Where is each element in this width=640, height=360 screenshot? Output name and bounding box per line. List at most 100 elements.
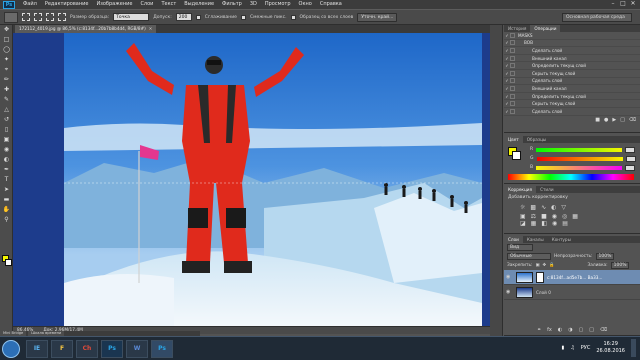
action-step-row[interactable]: ✓ Внешний канал — [504, 85, 640, 93]
blue-value[interactable] — [625, 164, 636, 171]
posterize-icon[interactable]: ▦ — [531, 220, 537, 227]
lasso-tool-icon[interactable]: ◯ — [1, 45, 12, 54]
sample-size-select[interactable]: Точка — [113, 13, 150, 21]
mountain-photo[interactable] — [64, 33, 482, 326]
dialog-toggle[interactable] — [510, 63, 515, 69]
red-value[interactable] — [625, 146, 636, 153]
dialog-toggle[interactable] — [510, 55, 515, 61]
hand-tool-icon[interactable]: ✋ — [1, 205, 12, 214]
type-tool-icon[interactable]: T — [1, 175, 12, 184]
green-value[interactable] — [625, 155, 636, 162]
action-step-row[interactable]: ✓ Определить текущ слой — [504, 93, 640, 101]
network-icon[interactable]: ▮ — [562, 345, 565, 351]
subtract-selection-icon[interactable] — [46, 13, 54, 21]
maximize-icon[interactable]: □ — [618, 0, 628, 8]
new-layer-icon[interactable]: □ — [589, 326, 594, 334]
dialog-toggle[interactable] — [510, 47, 515, 53]
trash-icon[interactable]: ⌫ — [600, 326, 607, 334]
action-step-row[interactable]: ✓ Внешний канал — [504, 55, 640, 63]
show-desktop-button[interactable] — [631, 339, 636, 357]
green-slider[interactable] — [536, 156, 623, 161]
eyedropper-tool-icon[interactable]: ✏ — [1, 75, 12, 84]
shape-tool-icon[interactable]: ▬ — [1, 195, 12, 204]
new-adjustment-icon[interactable]: ◑ — [568, 326, 572, 334]
color-balance-icon[interactable]: ⚖ — [531, 213, 536, 220]
curves-icon[interactable]: ∿ — [541, 204, 546, 211]
marquee-tool-icon[interactable]: □ — [1, 35, 12, 44]
dialog-toggle[interactable] — [510, 108, 515, 114]
intersect-selection-icon[interactable] — [58, 13, 66, 21]
taskbar-photoshop-2[interactable]: Ps — [151, 339, 173, 358]
channel-mixer-icon[interactable]: ◎ — [562, 213, 567, 220]
hue-saturation-icon[interactable]: ▣ — [520, 213, 526, 220]
dialog-toggle[interactable] — [510, 93, 515, 99]
add-mask-icon[interactable]: ◐ — [558, 326, 562, 334]
blend-mode-select[interactable]: Обычные — [507, 253, 551, 260]
clone-stamp-tool-icon[interactable]: △ — [1, 105, 12, 114]
menu-filter[interactable]: Фильтр — [218, 0, 246, 9]
taskbar-chrome[interactable]: Ch — [76, 339, 98, 358]
threshold-icon[interactable]: ◧ — [541, 220, 547, 227]
menu-type[interactable]: Текст — [157, 0, 180, 9]
dialog-toggle[interactable] — [510, 70, 515, 76]
lock-pixels-icon[interactable]: ▣ — [535, 263, 539, 268]
new-set-icon[interactable]: □ — [620, 116, 625, 125]
menu-view[interactable]: Просмотр — [261, 0, 295, 9]
menu-file[interactable]: Файл — [19, 0, 41, 9]
blur-tool-icon[interactable]: ◉ — [1, 145, 12, 154]
tab-swatches[interactable]: Образцы — [523, 136, 551, 143]
new-selection-icon[interactable] — [22, 13, 30, 21]
workspace-select[interactable]: Основная рабочая среда — [562, 13, 632, 22]
new-group-icon[interactable]: ▢ — [579, 326, 584, 334]
lock-position-icon[interactable]: ✥ — [543, 263, 547, 268]
tab-channels[interactable]: Каналы — [523, 236, 548, 243]
tool-preset-picker[interactable] — [4, 11, 18, 23]
color-ramp[interactable] — [508, 174, 634, 180]
start-button[interactable] — [2, 339, 20, 358]
contiguous-checkbox[interactable] — [240, 14, 246, 20]
taskbar-ie[interactable]: IE — [26, 339, 48, 358]
history-brush-tool-icon[interactable]: ↺ — [1, 115, 12, 124]
record-icon[interactable]: ● — [604, 116, 608, 125]
levels-icon[interactable]: ▩ — [530, 204, 536, 211]
play-icon[interactable]: ▶ — [612, 116, 616, 125]
menu-layers[interactable]: Слои — [136, 0, 157, 9]
menu-3d[interactable]: 3D — [246, 0, 261, 9]
background-color-chip[interactable] — [512, 151, 521, 160]
clock[interactable]: 16:29 26.08.2016 — [596, 341, 625, 355]
photo-filter-icon[interactable]: ◉ — [552, 213, 557, 220]
visibility-eye-icon[interactable]: ◉ — [506, 274, 513, 280]
action-step-row[interactable]: ✓ Сделать слой — [504, 78, 640, 86]
menu-image[interactable]: Изображение — [92, 0, 136, 9]
visibility-eye-icon[interactable]: ◉ — [506, 289, 513, 295]
opacity-input[interactable]: 100% — [595, 253, 614, 260]
close-icon[interactable]: ✕ — [628, 0, 638, 8]
dialog-toggle[interactable] — [510, 85, 515, 91]
canvas-area[interactable] — [13, 33, 490, 326]
layer-mask-thumbnail[interactable] — [536, 271, 544, 283]
layer-kind-filter[interactable]: Вид — [507, 244, 533, 251]
layer-row[interactable]: ◉ Слой 0 — [504, 285, 640, 300]
taskbar-word[interactable]: W — [126, 339, 148, 358]
menu-window[interactable]: Окно — [295, 0, 316, 9]
dialog-toggle[interactable] — [510, 40, 515, 46]
zoom-tool-icon[interactable]: ⚲ — [1, 215, 12, 224]
healing-brush-tool-icon[interactable]: ✚ — [1, 85, 12, 94]
color-lookup-icon[interactable]: ▦ — [572, 213, 578, 220]
language-indicator[interactable]: РУС — [581, 345, 591, 351]
dodge-tool-icon[interactable]: ◐ — [1, 155, 12, 164]
taskbar-photoshop[interactable]: Ps — [101, 339, 123, 358]
exposure-icon[interactable]: ◐ — [551, 204, 556, 211]
menu-help[interactable]: Справка — [316, 0, 346, 9]
fx-icon[interactable]: fx — [547, 326, 552, 334]
action-group-row[interactable]: ✓ MASKS — [504, 32, 640, 40]
menu-select[interactable]: Выделение — [180, 0, 218, 9]
dialog-toggle[interactable] — [510, 78, 515, 84]
close-tab-icon[interactable]: ✕ — [149, 26, 153, 31]
invert-icon[interactable]: ◪ — [520, 220, 526, 227]
action-step-row[interactable]: ✓ Сделать слой — [504, 108, 640, 116]
tolerance-input[interactable]: 200 — [175, 13, 192, 21]
document-tab[interactable]: 172112_4019.jpg @ 86,5% (c:8134f...20b7b… — [15, 25, 157, 33]
lock-all-icon[interactable]: 🔒 — [549, 263, 554, 268]
layer-name[interactable]: Слой 0 — [536, 290, 551, 295]
